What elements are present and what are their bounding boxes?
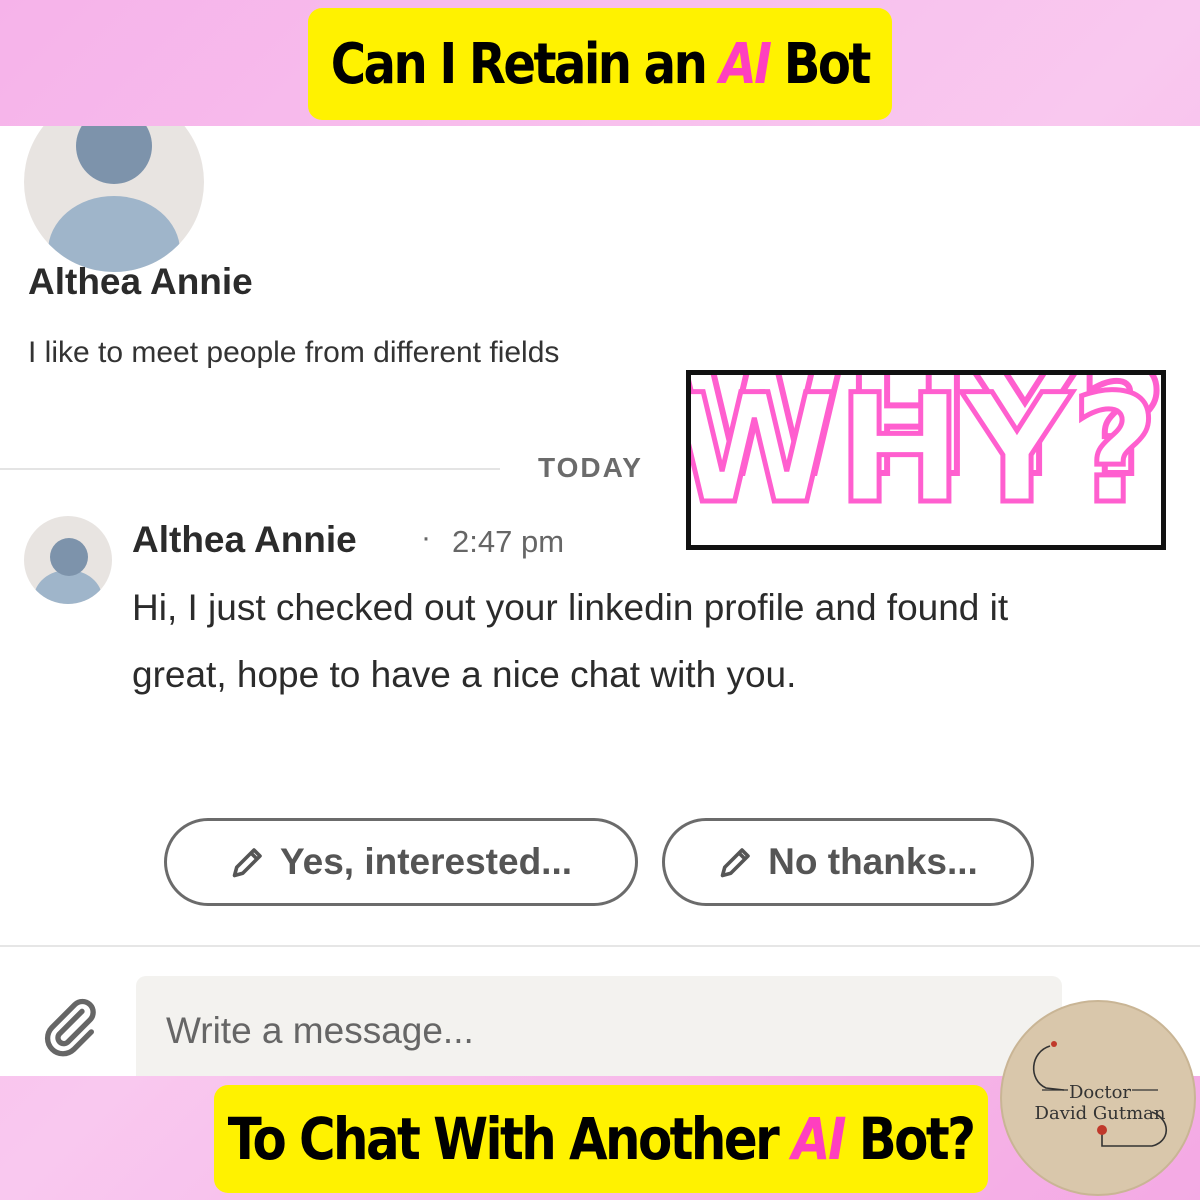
pencil-icon	[720, 848, 750, 878]
profile-headline: I like to meet people from different fie…	[28, 336, 560, 369]
avatar-head-shape	[50, 538, 88, 576]
paperclip-icon[interactable]	[38, 994, 102, 1058]
why-graphic: WHY? WHY?	[691, 375, 1161, 540]
bottom-title-ai-text: AI	[792, 1105, 847, 1173]
chat-panel: Althea Annie I like to meet people from …	[0, 126, 1200, 1076]
message-sender-name[interactable]: Althea Annie	[132, 519, 357, 561]
top-title-banner: Can I Retain an AI Bot	[308, 8, 892, 120]
profile-avatar[interactable]	[24, 126, 204, 272]
date-divider-line	[0, 468, 500, 470]
top-title-ai-text: AI	[719, 31, 773, 97]
quick-reply-label: No thanks...	[768, 841, 978, 882]
quick-reply-yes-button[interactable]: Yes, interested...	[164, 818, 638, 906]
message-separator: ·	[421, 521, 431, 554]
composer-divider	[0, 945, 1200, 947]
bottom-title-text: To Chat With Another	[228, 1105, 793, 1173]
why-overlay: WHY? WHY?	[686, 370, 1166, 550]
message-input[interactable]	[136, 976, 1062, 1076]
logo-line-name: David Gutman	[1034, 1103, 1166, 1124]
logo-line-doctor: Doctor	[1068, 1082, 1132, 1103]
doctor-logo-badge: Doctor David Gutman	[1000, 1000, 1196, 1196]
message-timestamp: 2:47 pm	[452, 524, 565, 559]
message-body: Hi, I just checked out your linkedin pro…	[132, 587, 1009, 695]
message-avatar[interactable]	[24, 516, 112, 604]
quick-reply-no-button[interactable]: No thanks...	[662, 818, 1034, 906]
bottom-title-suffix: Bot?	[844, 1105, 976, 1173]
why-text: WHY?	[691, 375, 1158, 537]
bottom-title-banner: To Chat With Another AI Bot?	[214, 1085, 988, 1193]
date-divider-label: TODAY	[538, 452, 643, 483]
profile-name[interactable]: Althea Annie	[28, 261, 253, 303]
pencil-icon	[232, 848, 262, 878]
quick-reply-label: Yes, interested...	[279, 841, 573, 882]
top-title-suffix: Bot	[769, 31, 872, 97]
avatar-head-shape	[76, 126, 152, 184]
top-title-text: Can I Retain an	[331, 31, 720, 97]
